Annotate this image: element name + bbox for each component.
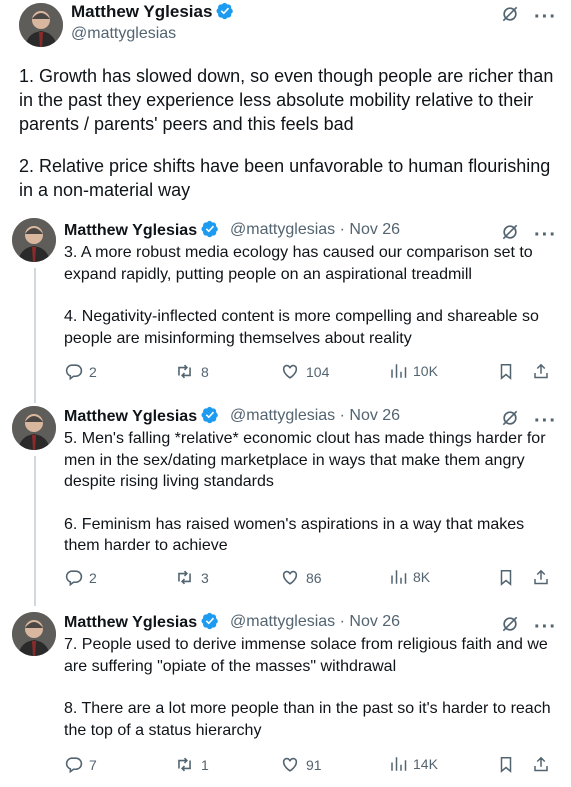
tweet-paragraph: 2. Relative price shifts have been unfav… bbox=[19, 156, 551, 200]
tweet-text: 1. Growth has slowed down, so even thoug… bbox=[19, 64, 559, 202]
verified-badge-icon bbox=[201, 220, 219, 243]
reply-count: 2 bbox=[89, 363, 97, 380]
share-icon bbox=[532, 362, 550, 381]
bookmark-button[interactable] bbox=[497, 755, 515, 774]
handle-date[interactable]: @mattyglesias · Nov 26 bbox=[230, 407, 400, 425]
bookmark-button[interactable] bbox=[497, 568, 515, 587]
views-icon bbox=[389, 568, 407, 586]
like-icon bbox=[280, 362, 300, 381]
share-icon bbox=[532, 568, 550, 587]
author-name-text[interactable]: Matthew Yglesias bbox=[64, 408, 197, 425]
thread-line bbox=[34, 268, 36, 403]
like-button[interactable]: 104 bbox=[280, 362, 329, 381]
views-button[interactable]: 8K bbox=[389, 568, 430, 586]
reply-button[interactable]: 2 bbox=[64, 568, 97, 587]
avatar[interactable] bbox=[12, 406, 56, 450]
like-button[interactable]: 86 bbox=[280, 568, 322, 587]
verified-badge-icon bbox=[201, 612, 219, 635]
reply-button[interactable]: 2 bbox=[64, 362, 97, 381]
retweet-icon bbox=[174, 755, 195, 774]
author-name[interactable]: Matthew Yglesias bbox=[71, 2, 234, 25]
reply-button[interactable]: 7 bbox=[64, 755, 97, 774]
bookmark-icon bbox=[497, 755, 515, 774]
share-button[interactable] bbox=[532, 568, 550, 587]
tweet-actions: 7 1 91 14K bbox=[64, 755, 554, 775]
tweet-text: 7. People used to derive immense solace … bbox=[64, 634, 559, 741]
author-name[interactable]: Matthew Yglesias bbox=[64, 406, 219, 429]
tweet-paragraph: 8. There are a lot more people than in t… bbox=[64, 700, 551, 739]
tweet-paragraph: 4. Negativity-inflected content is more … bbox=[64, 308, 539, 347]
retweet-icon bbox=[174, 568, 195, 587]
tweet-text: 5. Men's falling *relative* economic clo… bbox=[64, 428, 559, 557]
share-icon bbox=[532, 755, 550, 774]
like-icon bbox=[280, 568, 300, 587]
tweet-text: 3. A more robust media ecology has cause… bbox=[64, 242, 559, 349]
tweet-top-icons: ··· bbox=[500, 4, 557, 29]
more-icon[interactable]: ··· bbox=[534, 7, 557, 27]
like-button[interactable]: 91 bbox=[280, 755, 322, 774]
views-count: 10K bbox=[413, 363, 438, 379]
like-count: 86 bbox=[306, 569, 322, 586]
tweet-paragraph: 3. A more robust media ecology has cause… bbox=[64, 244, 533, 283]
tweet-actions: 2 8 104 10K bbox=[64, 362, 554, 382]
handle-date[interactable]: @mattyglesias · Nov 26 bbox=[230, 221, 400, 239]
views-count: 14K bbox=[413, 756, 438, 772]
grok-icon[interactable] bbox=[500, 4, 520, 29]
verified-badge-icon bbox=[216, 2, 234, 25]
tweet-paragraph: 7. People used to derive immense solace … bbox=[64, 636, 548, 675]
reply-count: 2 bbox=[89, 569, 97, 586]
bookmark-icon bbox=[497, 568, 515, 587]
views-button[interactable]: 14K bbox=[389, 755, 438, 773]
like-count: 104 bbox=[306, 363, 330, 380]
author-name[interactable]: Matthew Yglesias bbox=[64, 220, 219, 243]
retweet-button[interactable]: 8 bbox=[174, 362, 209, 381]
reply-icon bbox=[64, 755, 83, 774]
views-icon bbox=[389, 755, 407, 773]
tweet-paragraph: 5. Men's falling *relative* economic clo… bbox=[64, 430, 546, 490]
avatar[interactable] bbox=[19, 3, 63, 47]
like-count: 91 bbox=[306, 756, 322, 773]
thread-line bbox=[34, 456, 36, 606]
bookmark-button[interactable] bbox=[497, 362, 515, 381]
reply-icon bbox=[64, 568, 83, 587]
verified-badge-icon bbox=[201, 406, 219, 429]
author-name[interactable]: Matthew Yglesias bbox=[64, 612, 219, 635]
views-count: 8K bbox=[413, 569, 431, 585]
avatar[interactable] bbox=[12, 218, 56, 262]
views-icon bbox=[389, 362, 407, 380]
tweet-actions: 2 3 86 8K bbox=[64, 568, 554, 588]
reply-icon bbox=[64, 362, 83, 381]
author-handle[interactable]: @mattyglesias bbox=[71, 25, 176, 43]
share-button[interactable] bbox=[532, 755, 550, 774]
retweet-count: 3 bbox=[201, 569, 209, 586]
tweet-paragraph: 6. Feminism has raised women's aspiratio… bbox=[64, 515, 525, 555]
like-icon bbox=[280, 755, 300, 774]
views-button[interactable]: 10K bbox=[389, 362, 438, 380]
retweet-button[interactable]: 3 bbox=[174, 568, 209, 587]
author-name-text[interactable]: Matthew Yglesias bbox=[71, 2, 212, 21]
reply-count: 7 bbox=[89, 756, 97, 773]
retweet-icon bbox=[174, 362, 195, 381]
retweet-count: 1 bbox=[201, 756, 209, 773]
author-name-text[interactable]: Matthew Yglesias bbox=[64, 222, 197, 239]
author-name-text[interactable]: Matthew Yglesias bbox=[64, 614, 197, 631]
share-button[interactable] bbox=[532, 362, 550, 381]
retweet-button[interactable]: 1 bbox=[174, 755, 209, 774]
handle-date[interactable]: @mattyglesias · Nov 26 bbox=[230, 613, 400, 631]
retweet-count: 8 bbox=[201, 363, 209, 380]
bookmark-icon bbox=[497, 362, 515, 381]
tweet-paragraph: 1. Growth has slowed down, so even thoug… bbox=[19, 66, 554, 134]
avatar[interactable] bbox=[12, 612, 56, 656]
